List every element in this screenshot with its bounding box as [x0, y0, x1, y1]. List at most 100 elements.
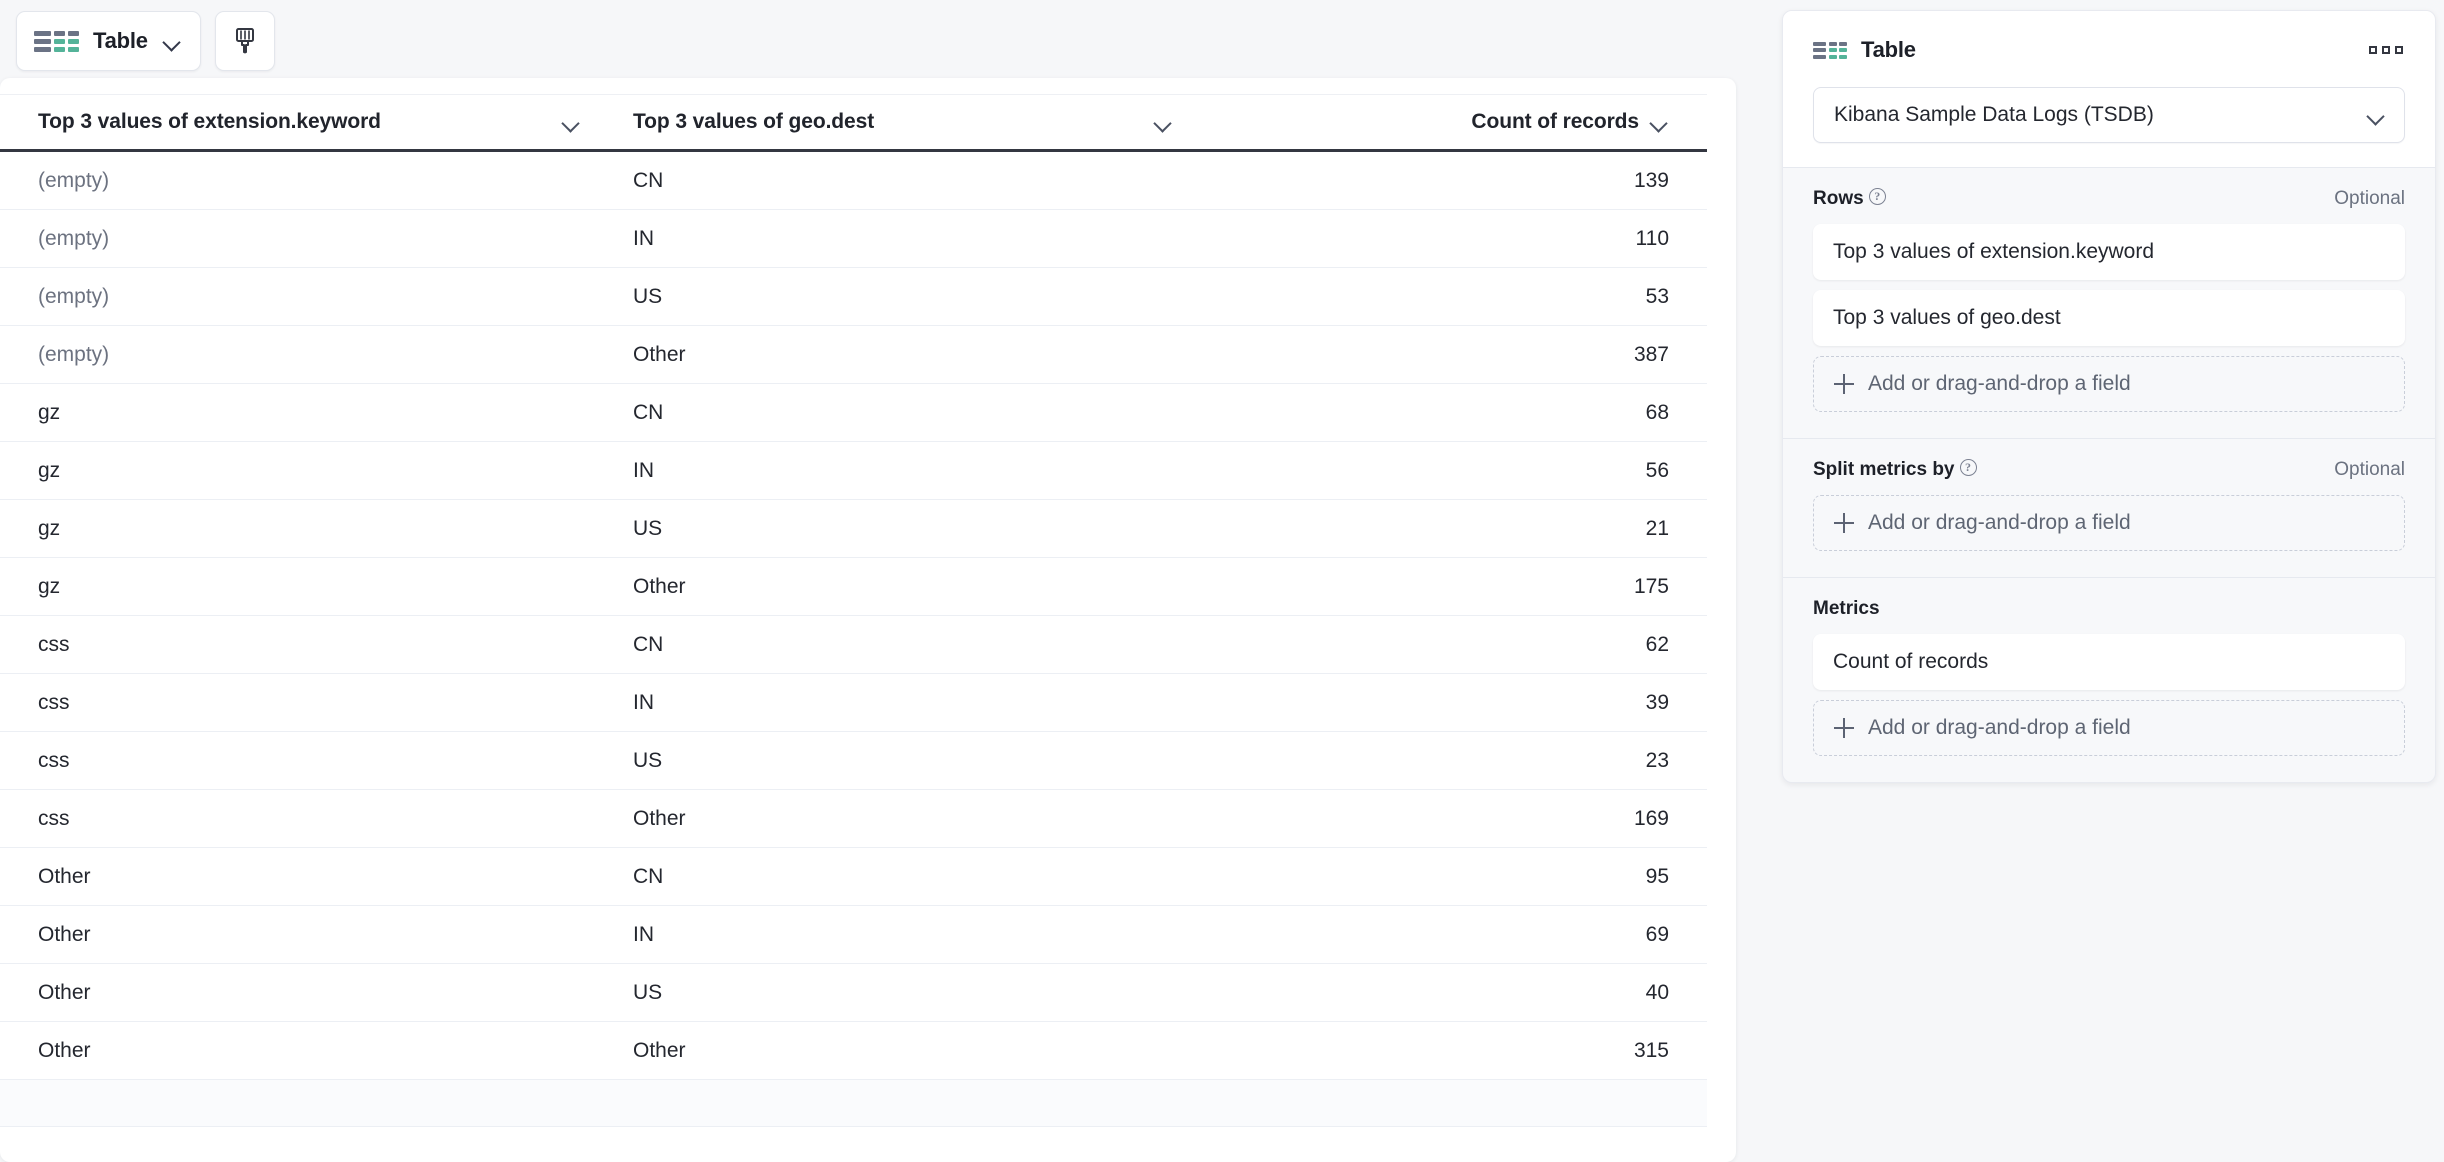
config-section-label: Split metrics by: [1813, 459, 1955, 480]
chart-switch-button[interactable]: Table: [16, 11, 201, 71]
cell-value: US: [633, 284, 663, 308]
cell-value: Other: [38, 864, 91, 888]
cell-value: gz: [38, 516, 61, 540]
table-row[interactable]: Other CN 95: [0, 848, 1707, 906]
cell-value: 40: [1645, 980, 1669, 1004]
chevron-down-icon[interactable]: [1649, 116, 1669, 128]
cell-extension: Other: [0, 981, 595, 1005]
cell-value: 23: [1645, 748, 1669, 772]
column-header-label: Count of records: [1471, 110, 1639, 133]
cell-count: 139: [1187, 169, 1707, 193]
cell-count: 387: [1187, 343, 1707, 367]
cell-value: IN: [633, 690, 654, 714]
table-row[interactable]: Other Other 315: [0, 1022, 1707, 1080]
table-row[interactable]: gz IN 56: [0, 442, 1707, 500]
more-options-icon[interactable]: [2367, 40, 2405, 60]
info-circle-icon[interactable]: ?: [1959, 458, 1977, 476]
visualization-config-panel: Table Kibana Sample Data Logs (TSDB) Row…: [1782, 10, 2436, 783]
chevron-down-icon: [162, 35, 182, 47]
add-field-dropzone[interactable]: Add or drag-and-drop a field: [1813, 356, 2405, 412]
datasource-select[interactable]: Kibana Sample Data Logs (TSDB): [1813, 87, 2405, 143]
add-field-label: Add or drag-and-drop a field: [1868, 511, 2131, 534]
cell-geo-dest: IN: [595, 923, 1187, 947]
add-field-dropzone[interactable]: Add or drag-and-drop a field: [1813, 495, 2405, 551]
cell-value: 39: [1645, 690, 1669, 714]
cell-value: 110: [1635, 226, 1669, 250]
cell-value: CN: [633, 400, 664, 424]
table-row[interactable]: (empty) IN 110: [0, 210, 1707, 268]
cell-value: gz: [38, 458, 61, 482]
visualization-panel: Top 3 values of extension.keyword Top 3 …: [0, 78, 1736, 1162]
table-row[interactable]: gz US 21: [0, 500, 1707, 558]
cell-extension: (empty): [0, 343, 595, 367]
column-header-label: Top 3 values of geo.dest: [633, 110, 875, 133]
dimension-field[interactable]: Count of records: [1813, 634, 2405, 690]
cell-count: 315: [1187, 1039, 1707, 1063]
chevron-down-icon: [2366, 109, 2386, 121]
table-row[interactable]: gz CN 68: [0, 384, 1707, 442]
chart-switch-label: Table: [93, 28, 148, 53]
cell-extension: gz: [0, 401, 595, 425]
cell-count: 69: [1187, 923, 1707, 947]
cell-value: css: [38, 748, 70, 772]
dimension-field-label: Top 3 values of extension.keyword: [1833, 240, 2155, 263]
table-row[interactable]: Other IN 69: [0, 906, 1707, 964]
info-circle-icon[interactable]: ?: [1868, 187, 1886, 205]
config-title-row: Table: [1813, 37, 2405, 63]
cell-value: CN: [633, 168, 664, 192]
config-section: Metrics Count of records Add or drag-and-d…: [1783, 577, 2435, 782]
visualization-workspace: Table Top 3 values of extension.keyword: [0, 0, 1745, 1162]
config-section: Rows? Optional Top 3 values of extension.k…: [1783, 167, 2435, 438]
cell-value: (empty): [38, 342, 110, 366]
column-header-geo-dest[interactable]: Top 3 values of geo.dest: [595, 110, 1187, 134]
paintbrush-icon: [235, 28, 254, 54]
table-row[interactable]: (empty) Other 387: [0, 326, 1707, 384]
config-section-header: Metrics: [1813, 598, 2405, 620]
cell-value: (empty): [38, 226, 110, 250]
table-row[interactable]: css CN 62: [0, 616, 1707, 674]
cell-value: 169: [1633, 806, 1669, 830]
column-header-extension[interactable]: Top 3 values of extension.keyword: [0, 110, 595, 134]
cell-geo-dest: CN: [595, 865, 1187, 889]
cell-value: CN: [633, 632, 664, 656]
appearance-button[interactable]: [214, 11, 275, 71]
cell-value: css: [38, 806, 70, 830]
column-header-count[interactable]: Count of records: [1187, 110, 1707, 134]
cell-count: 175: [1187, 575, 1707, 599]
table-empty-filler: [0, 1080, 1707, 1127]
cell-value: US: [633, 980, 663, 1004]
table-row[interactable]: (empty) CN 139: [0, 152, 1707, 210]
cell-value: 315: [1633, 1038, 1669, 1062]
cell-value: css: [38, 690, 70, 714]
cell-value: 175: [1633, 574, 1669, 598]
add-field-label: Add or drag-and-drop a field: [1868, 716, 2131, 739]
table-row[interactable]: (empty) US 53: [0, 268, 1707, 326]
table-glyph-icon: [1813, 41, 1847, 59]
cell-value: 21: [1645, 516, 1669, 540]
cell-count: 39: [1187, 691, 1707, 715]
table-body: (empty) CN 139 (empty) IN 110 (empty) US 53 (empt…: [0, 152, 1707, 1080]
dimension-field[interactable]: Top 3 values of geo.dest: [1813, 290, 2405, 346]
cell-count: 68: [1187, 401, 1707, 425]
cell-count: 40: [1187, 981, 1707, 1005]
table-row[interactable]: css IN 39: [0, 674, 1707, 732]
cell-value: 95: [1645, 864, 1669, 888]
add-field-dropzone[interactable]: Add or drag-and-drop a field: [1813, 700, 2405, 756]
cell-value: (empty): [38, 284, 110, 308]
chevron-down-icon[interactable]: [561, 116, 581, 128]
config-section: Split metrics by? Optional Add or drag-and…: [1783, 438, 2435, 577]
cell-value: US: [633, 748, 663, 772]
table-row[interactable]: Other US 40: [0, 964, 1707, 1022]
chevron-down-icon[interactable]: [1153, 116, 1173, 128]
cell-value: 62: [1645, 632, 1669, 656]
table-header-row: Top 3 values of extension.keyword Top 3 …: [0, 94, 1707, 152]
dimension-field[interactable]: Top 3 values of extension.keyword: [1813, 224, 2405, 280]
cell-count: 95: [1187, 865, 1707, 889]
table-row[interactable]: gz Other 175: [0, 558, 1707, 616]
cell-extension: gz: [0, 517, 595, 541]
cell-geo-dest: CN: [595, 169, 1187, 193]
cell-value: gz: [38, 400, 61, 424]
table-row[interactable]: css US 23: [0, 732, 1707, 790]
cell-value: Other: [38, 922, 91, 946]
table-row[interactable]: css Other 169: [0, 790, 1707, 848]
